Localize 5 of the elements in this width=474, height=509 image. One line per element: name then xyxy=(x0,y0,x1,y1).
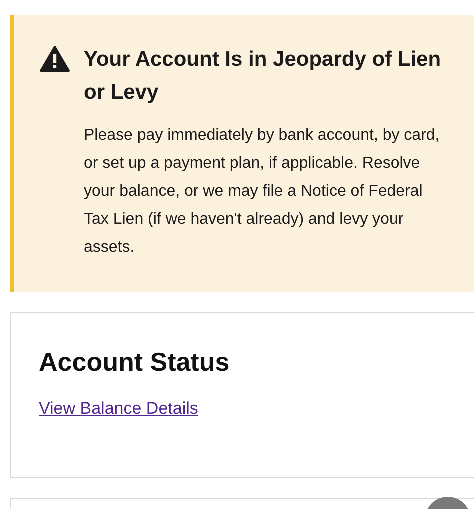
warning-icon xyxy=(40,46,70,72)
section-heading: Account Status xyxy=(39,346,231,379)
alert-message: Please pay immediately by bank account, by card, or set up a payment plan, if applicable. Resolve your balance, or we may file a Notice of Federal Tax Lien (if we haven't already) and levy your assets. xyxy=(84,126,441,258)
alert-title: Your Account Is in Jeopardy of Lien or Levy xyxy=(84,47,442,106)
balance-details-link[interactable]: View Balance Details xyxy=(39,399,198,419)
